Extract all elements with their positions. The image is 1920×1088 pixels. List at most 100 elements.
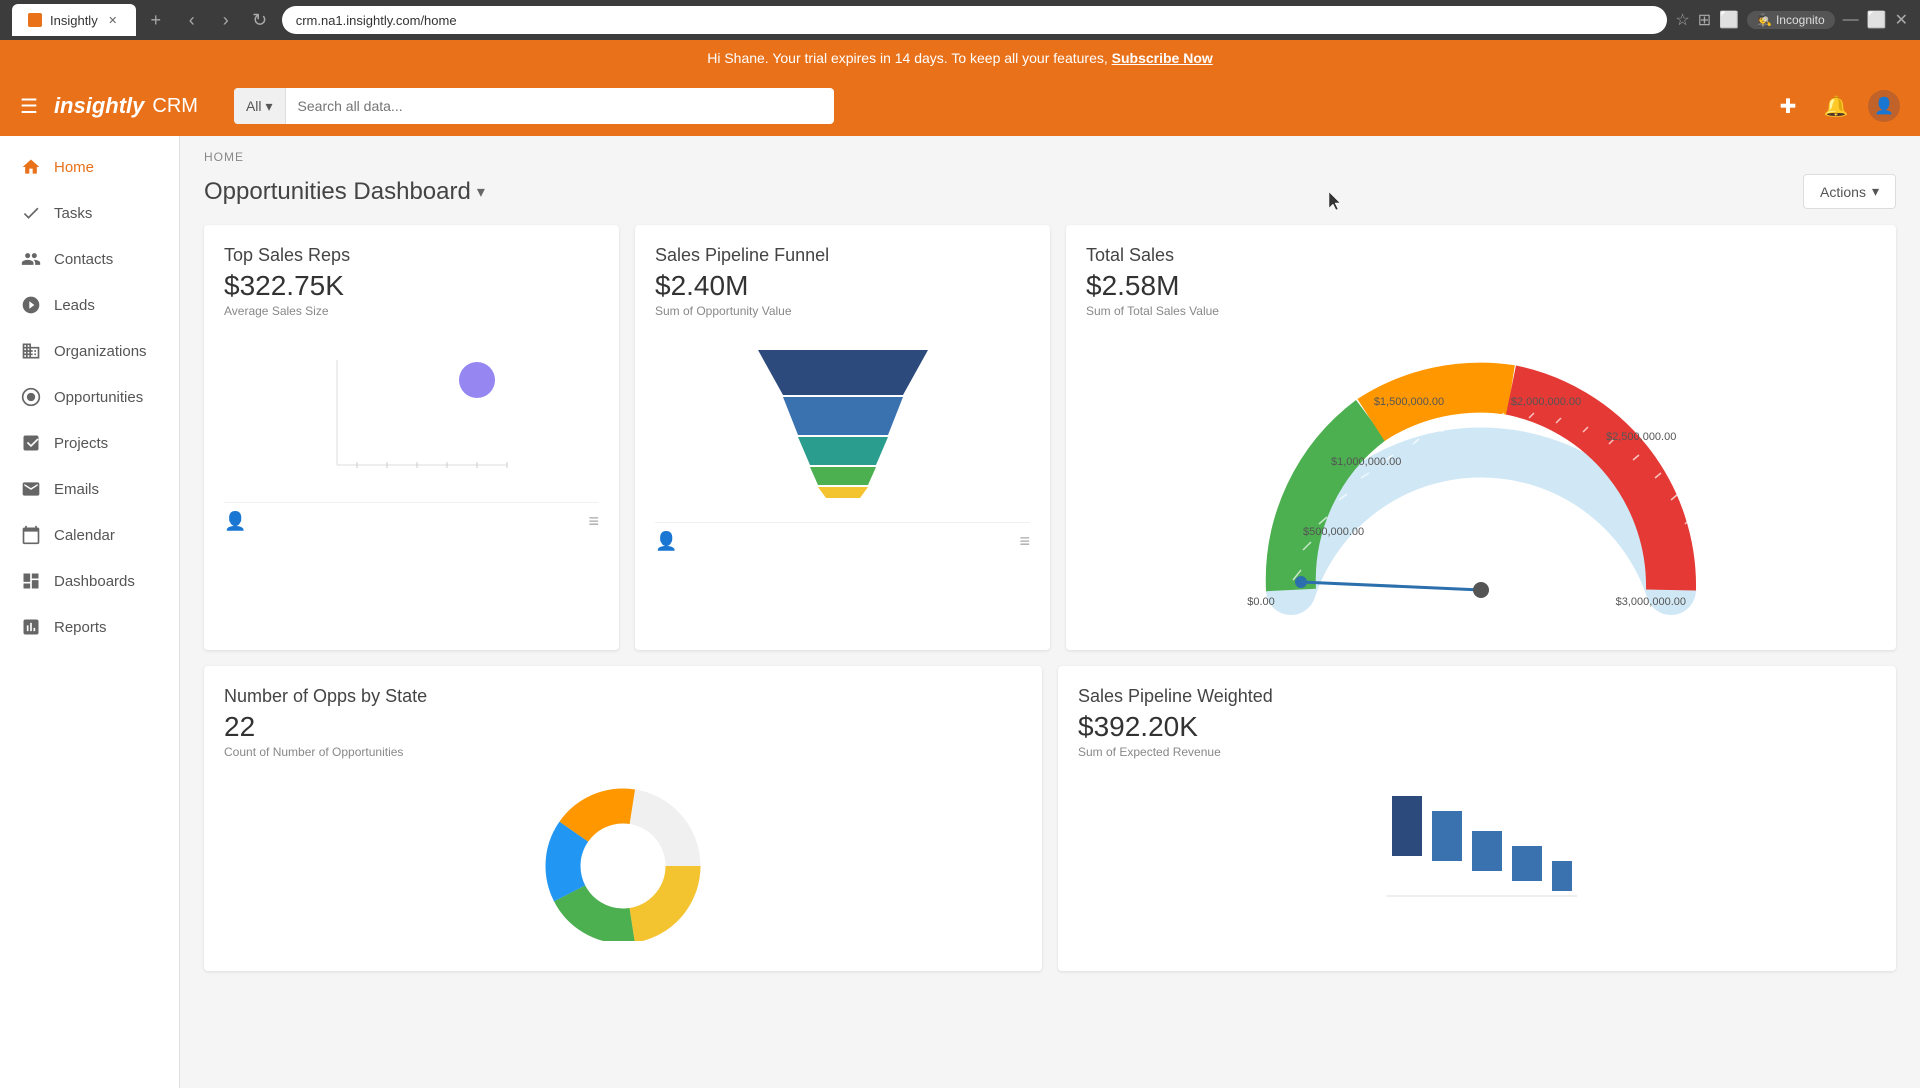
top-sales-card-footer: 👤 ≡ <box>224 502 599 532</box>
top-sales-reps-card: Top Sales Reps $322.75K Average Sales Si… <box>204 225 619 650</box>
profile-icon[interactable]: ⬜ <box>1719 10 1739 30</box>
close-window-button[interactable]: ✕ <box>1895 10 1908 30</box>
weighted-value: $392.20K <box>1078 711 1876 743</box>
total-sales-card: Total Sales $2.58M Sum of Total Sales Va… <box>1066 225 1896 650</box>
weighted-subtitle: Sum of Expected Revenue <box>1078 745 1876 759</box>
browser-tab[interactable]: Insightly ✕ <box>12 4 136 36</box>
sidebar-calendar-label: Calendar <box>54 527 115 544</box>
gauge-chart: $0.00 $500,000.00 $1,000,000.00 $1,500,0… <box>1086 330 1876 630</box>
search-input[interactable] <box>286 98 834 114</box>
funnel-subtitle: Sum of Opportunity Value <box>655 304 1030 318</box>
sidebar-opportunities-label: Opportunities <box>54 389 143 406</box>
app-header: ☰ insightly CRM All ▾ ✚ 🔔 👤 <box>0 76 1920 136</box>
sidebar-dashboards-label: Dashboards <box>54 573 135 590</box>
page-title[interactable]: Opportunities Dashboard ▾ <box>204 178 485 206</box>
sidebar-item-calendar[interactable]: Calendar <box>0 512 179 558</box>
bookmark-icon[interactable]: ☆ <box>1675 10 1689 30</box>
sidebar-item-dashboards[interactable]: Dashboards <box>0 558 179 604</box>
sidebar-home-label: Home <box>54 159 94 176</box>
forward-button[interactable]: › <box>212 6 240 34</box>
actions-dropdown-arrow: ▾ <box>1872 183 1879 200</box>
tab-close-button[interactable]: ✕ <box>106 13 120 27</box>
extension-icon[interactable]: ⊞ <box>1698 10 1711 30</box>
address-bar[interactable]: crm.na1.insightly.com/home <box>282 6 1668 34</box>
url-text: crm.na1.insightly.com/home <box>296 13 457 28</box>
sidebar-leads-label: Leads <box>54 297 95 314</box>
minimize-button[interactable]: — <box>1843 11 1859 29</box>
sidebar-item-opportunities[interactable]: Opportunities <box>0 374 179 420</box>
maximize-button[interactable]: ⬜ <box>1867 10 1887 30</box>
new-tab-button[interactable]: + <box>142 6 170 34</box>
funnel-person-icon[interactable]: 👤 <box>655 531 677 552</box>
hamburger-menu[interactable]: ☰ <box>20 94 38 119</box>
organizations-icon <box>20 340 42 362</box>
tab-label: Insightly <box>50 13 98 28</box>
weighted-title: Sales Pipeline Weighted <box>1078 686 1876 707</box>
calendar-icon <box>20 524 42 546</box>
add-button[interactable]: ✚ <box>1772 90 1804 122</box>
funnel-title: Sales Pipeline Funnel <box>655 245 1030 266</box>
dashboards-icon <box>20 570 42 592</box>
sidebar-item-home[interactable]: Home <box>0 144 179 190</box>
sidebar-organizations-label: Organizations <box>54 343 147 360</box>
opportunities-icon <box>20 386 42 408</box>
crm-label: CRM <box>152 95 198 118</box>
breadcrumb-home: HOME <box>204 150 244 164</box>
opps-by-state-card: Number of Opps by State 22 Count of Numb… <box>204 666 1042 971</box>
sidebar-item-contacts[interactable]: Contacts <box>0 236 179 282</box>
svg-text:$1,000,000.00: $1,000,000.00 <box>1331 456 1401 468</box>
tab-favicon <box>28 13 42 27</box>
person-icon[interactable]: 👤 <box>224 511 246 532</box>
svg-text:$2,500,000.00: $2,500,000.00 <box>1606 431 1676 443</box>
funnel-chart <box>655 330 1030 510</box>
sidebar-reports-label: Reports <box>54 619 107 636</box>
sidebar-item-projects[interactable]: Projects <box>0 420 179 466</box>
sidebar-projects-label: Projects <box>54 435 108 452</box>
browser-chrome: Insightly ✕ + ‹ › ↻ crm.na1.insightly.co… <box>0 0 1920 40</box>
sidebar-item-organizations[interactable]: Organizations <box>0 328 179 374</box>
sidebar-item-reports[interactable]: Reports <box>0 604 179 650</box>
subscribe-link[interactable]: Subscribe Now <box>1112 50 1213 66</box>
dashboard-grid-top: Top Sales Reps $322.75K Average Sales Si… <box>180 225 1920 666</box>
opps-value: 22 <box>224 711 1022 743</box>
table-icon[interactable]: ≡ <box>588 511 599 532</box>
sidebar-item-tasks[interactable]: Tasks <box>0 190 179 236</box>
search-filter-dropdown[interactable]: All ▾ <box>234 88 286 124</box>
funnel-card-footer: 👤 ≡ <box>655 522 1030 552</box>
donut-chart <box>224 771 1022 951</box>
header-actions: ✚ 🔔 👤 <box>1772 90 1900 122</box>
sidebar: Home Tasks Contacts Leads Organizations <box>0 136 180 1088</box>
content-area: HOME Opportunities Dashboard ▾ Actions ▾… <box>180 136 1920 1088</box>
back-button[interactable]: ‹ <box>178 6 206 34</box>
total-sales-subtitle: Sum of Total Sales Value <box>1086 304 1876 318</box>
funnel-table-icon[interactable]: ≡ <box>1019 531 1030 552</box>
emails-icon <box>20 478 42 500</box>
notifications-icon[interactable]: 🔔 <box>1820 90 1852 122</box>
reload-button[interactable]: ↻ <box>246 6 274 34</box>
browser-actions: ☆ ⊞ ⬜ 🕵 Incognito — ⬜ ✕ <box>1675 10 1908 30</box>
actions-button[interactable]: Actions ▾ <box>1803 174 1896 209</box>
sidebar-item-leads[interactable]: Leads <box>0 282 179 328</box>
svg-text:$2,000,000.00: $2,000,000.00 <box>1511 396 1581 408</box>
browser-nav: ‹ › ↻ <box>178 6 274 34</box>
funnel-value: $2.40M <box>655 270 1030 302</box>
svg-text:$3,000,000.00: $3,000,000.00 <box>1616 596 1686 608</box>
title-dropdown-arrow: ▾ <box>477 182 485 202</box>
svg-text:$0.00: $0.00 <box>1247 596 1275 608</box>
total-sales-title: Total Sales <box>1086 245 1876 266</box>
page-title-row: Opportunities Dashboard ▾ Actions ▾ <box>180 170 1920 225</box>
top-sales-reps-subtitle: Average Sales Size <box>224 304 599 318</box>
sidebar-emails-label: Emails <box>54 481 99 498</box>
opps-subtitle: Count of Number of Opportunities <box>224 745 1022 759</box>
sales-pipeline-funnel-card: Sales Pipeline Funnel $2.40M Sum of Oppo… <box>635 225 1050 650</box>
sales-pipeline-weighted-card: Sales Pipeline Weighted $392.20K Sum of … <box>1058 666 1896 971</box>
waterfall-chart <box>1078 771 1876 931</box>
sidebar-contacts-label: Contacts <box>54 251 113 268</box>
sidebar-item-emails[interactable]: Emails <box>0 466 179 512</box>
logo-text: insightly <box>54 93 144 119</box>
trial-message: Hi Shane. Your trial expires in 14 days.… <box>707 50 1108 66</box>
sidebar-tasks-label: Tasks <box>54 205 92 222</box>
svg-text:$1,500,000.00: $1,500,000.00 <box>1374 396 1444 408</box>
user-avatar[interactable]: 👤 <box>1868 90 1900 122</box>
leads-icon <box>20 294 42 316</box>
